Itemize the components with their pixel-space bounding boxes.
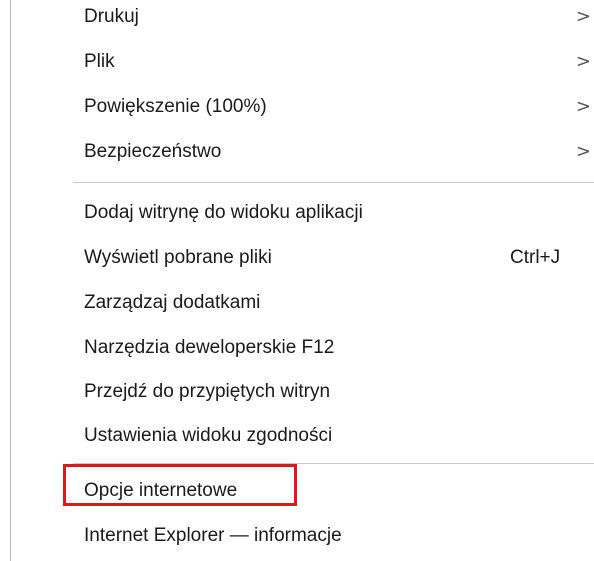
menu-item-compatibility-view-label: Ustawienia widoku zgodności <box>84 425 333 446</box>
submenu-arrow-icon: > <box>575 141 591 162</box>
menu-item-print-label: Drukuj <box>84 6 139 27</box>
menu-item-security[interactable]: Bezpieczeństwo > <box>11 129 594 174</box>
menu-item-pinned-sites-label: Przejdź do przypiętych witryn <box>84 381 331 402</box>
menu-item-file-label: Plik <box>84 51 115 72</box>
menu-item-view-downloads[interactable]: Wyświetl pobrane pliki Ctrl+J <box>11 235 594 280</box>
menu-item-zoom-label: Powiększenie (100%) <box>84 96 267 117</box>
submenu-arrow-icon: > <box>575 51 591 72</box>
menu-separator <box>73 182 594 183</box>
menu-item-print[interactable]: Drukuj > <box>11 0 594 39</box>
menu-item-shortcut: Ctrl+J <box>510 247 561 268</box>
menu-item-add-site-to-apps[interactable]: Dodaj witrynę do widoku aplikacji <box>11 190 594 235</box>
menu-item-zoom[interactable]: Powiększenie (100%) > <box>11 84 594 129</box>
submenu-arrow-icon: > <box>575 6 591 27</box>
menu-item-security-label: Bezpieczeństwo <box>84 141 222 162</box>
menu-item-view-downloads-label: Wyświetl pobrane pliki <box>84 247 272 268</box>
menu-item-add-site-label: Dodaj witrynę do widoku aplikacji <box>84 202 363 223</box>
menu-item-manage-addons-label: Zarządzaj dodatkami <box>84 292 261 313</box>
menu-item-developer-tools-label: Narzędzia deweloperskie F12 <box>84 337 335 358</box>
menu-item-about-ie-label: Internet Explorer — informacje <box>84 525 342 546</box>
menu-item-about-ie[interactable]: Internet Explorer — informacje <box>11 513 594 558</box>
highlight-box <box>63 464 297 506</box>
submenu-arrow-icon: > <box>575 96 591 117</box>
menu-item-compatibility-view[interactable]: Ustawienia widoku zgodności <box>11 413 594 458</box>
menu-item-file[interactable]: Plik > <box>11 39 594 84</box>
menu-item-developer-tools[interactable]: Narzędzia deweloperskie F12 <box>11 325 594 370</box>
menu-item-pinned-sites[interactable]: Przejdź do przypiętych witryn <box>11 369 594 414</box>
menu-item-manage-addons[interactable]: Zarządzaj dodatkami <box>11 280 594 325</box>
